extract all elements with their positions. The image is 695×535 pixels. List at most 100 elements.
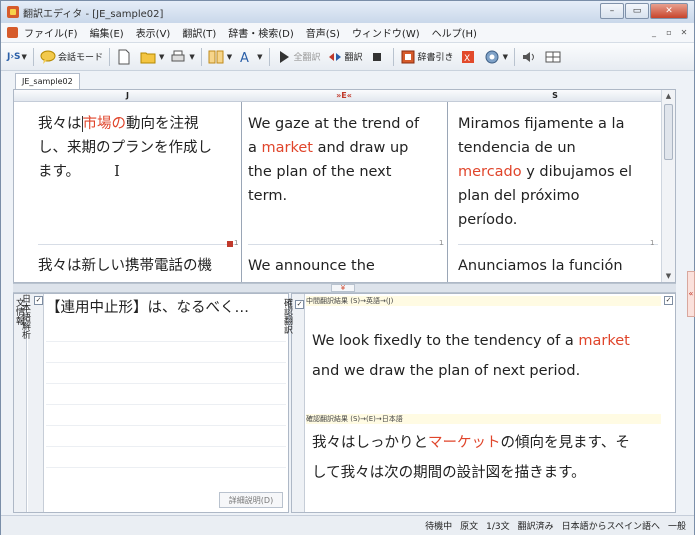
translation-text: term. [248, 188, 288, 204]
conversation-mode-button[interactable]: 会話モード [40, 47, 103, 67]
menu-edit[interactable]: 編集(E) [90, 25, 124, 40]
source-cell-j[interactable]: 我々は市場の動向を注視 し、来期のプランを作成し ます。 I [38, 112, 238, 184]
column-header-e[interactable]: »E« [241, 90, 447, 102]
source-text: 我々は [38, 116, 82, 132]
column-divider [447, 102, 448, 282]
new-document-button[interactable] [116, 47, 134, 67]
translate-all-button[interactable]: 全翻訳 [276, 47, 321, 67]
print-button[interactable]: ▼ [170, 47, 195, 67]
source-cell-j[interactable]: 我々は新しい携帯電話の機 [38, 254, 212, 278]
font-button[interactable]: A ▼ [238, 47, 262, 67]
status-direction: 日本語からスペイン語へ [561, 522, 660, 532]
translation-text: plan del próximo [458, 188, 580, 204]
side-panel-toggle[interactable]: « [687, 271, 695, 317]
vertical-scrollbar[interactable]: ▲ ▼ [661, 90, 675, 282]
status-category: 一般 [667, 522, 686, 532]
detail-explanation-button[interactable]: 詳細説明(D) [219, 492, 283, 508]
grid-view-button[interactable] [545, 47, 563, 67]
sheet-tab[interactable]: JE_sample02 [15, 73, 80, 89]
menu-help[interactable]: ヘルプ(H) [432, 25, 477, 40]
menu-dictionary[interactable]: 辞書・検索(D) [228, 25, 294, 40]
dictionary-tool-button[interactable]: X [460, 47, 478, 67]
document-icon[interactable] [7, 27, 18, 38]
translation-text: tendencia de un [458, 140, 576, 156]
scrollbar-thumb[interactable] [664, 104, 673, 160]
confirmation-text: の傾向を見ます、そ [500, 435, 630, 451]
flag-icon [227, 241, 233, 247]
analysis-checkbox[interactable]: ✓ [34, 296, 43, 305]
book-icon: X [461, 50, 474, 64]
scroll-down-icon[interactable]: ▼ [662, 270, 675, 282]
menu-view[interactable]: 表示(V) [136, 25, 171, 40]
translation-cell-e[interactable]: We announce the [248, 254, 375, 278]
translation-cell-s[interactable]: Miramos fijamente a la tendencia de un m… [458, 112, 658, 232]
translation-cell-s[interactable]: Anunciamos la función [458, 254, 623, 278]
chat-bubble-icon [40, 50, 56, 64]
conversation-mode-label: 会話モード [57, 53, 103, 63]
minimize-button[interactable]: – [600, 3, 624, 19]
mdi-controls: _ ▫ ✕ [648, 26, 690, 38]
intermediate-result-checkbox[interactable]: ✓ [664, 296, 673, 305]
app-window: 翻訳エディタ - [JE_sample02] – ▭ ✕ ファイル(F) 編集(… [0, 0, 695, 535]
row-number-badge: 1 [234, 239, 239, 247]
status-translated: 翻訳済み [517, 522, 554, 532]
row-divider [458, 244, 658, 245]
stop-button[interactable] [369, 47, 387, 67]
menu-translate[interactable]: 翻訳(T) [182, 25, 216, 40]
row-number-badge: 1 [650, 239, 655, 247]
toolbar-separator [108, 47, 110, 66]
layout-button[interactable]: ▼ [208, 47, 232, 67]
window-title: 翻訳エディタ - [JE_sample02] [23, 8, 164, 20]
confirmation-tab-label: 確認翻訳 [282, 298, 292, 334]
speaker-button[interactable] [521, 47, 539, 67]
japanese-analysis-tab[interactable]: ✓ 日本語解析 [20, 294, 44, 512]
confirmation-tab[interactable]: ✓ 確認翻訳 [282, 294, 305, 512]
dictionary-icon [401, 50, 415, 63]
column-divider [241, 102, 242, 282]
pane-splitter[interactable]: ¥ [13, 283, 676, 293]
intermediate-result-line: and we draw the plan of next period. [312, 363, 581, 379]
language-pair-dropdown[interactable]: J›S ▼ [7, 47, 27, 67]
analysis-list [46, 321, 286, 468]
open-folder-button[interactable]: ▼ [140, 47, 164, 67]
translation-text: the plan of the next [248, 164, 392, 180]
translation-text: y dibujamos el [521, 164, 633, 180]
mdi-restore-button[interactable]: ▫ [663, 26, 675, 38]
window-controls: – ▭ ✕ [599, 3, 688, 19]
menu-file[interactable]: ファイル(F) [24, 25, 78, 40]
row-divider [248, 244, 444, 245]
intermediate-text: We look fixedly to the tendency of a [312, 333, 579, 349]
retranslate-button[interactable]: 翻訳 [327, 47, 363, 67]
confirmation-checkbox[interactable]: ✓ [295, 300, 304, 309]
highlighted-term: 市場の [81, 116, 126, 132]
intermediate-result-label: 中間翻訳結果 (S)→英語→(J) [306, 296, 661, 306]
column-header-j[interactable]: J [14, 90, 241, 102]
list-row [46, 363, 286, 384]
confirmation-text: 我々はしっかりと [312, 435, 428, 451]
maximize-button[interactable]: ▭ [625, 3, 649, 19]
list-row [46, 426, 286, 447]
confirmation-result-label: 確認翻訳結果 (S)→(E)→日本語 [306, 414, 661, 424]
splitter-toggle-icon[interactable]: ¥ [331, 284, 355, 292]
svg-text:A: A [240, 51, 249, 65]
japanese-analysis-tab-label: 日本語解析 [20, 294, 30, 339]
translation-cell-e[interactable]: We gaze at the trend of a market and dra… [248, 112, 444, 208]
settings-button[interactable]: ▼ [484, 47, 508, 67]
toolbar-separator [268, 47, 270, 66]
menu-window[interactable]: ウィンドウ(W) [352, 25, 420, 40]
highlighted-term: market [578, 333, 630, 349]
source-text: ます。 [38, 164, 81, 180]
sheet-tab-strip: JE_sample02 [1, 71, 694, 89]
menu-voice[interactable]: 音声(S) [306, 25, 340, 40]
column-header-s[interactable]: S [447, 90, 663, 102]
dictionary-lookup-button[interactable]: 辞書引き [400, 47, 454, 67]
close-button[interactable]: ✕ [650, 3, 688, 19]
scroll-up-icon[interactable]: ▲ [662, 90, 675, 102]
mdi-close-button[interactable]: ✕ [678, 26, 690, 38]
translation-grid: J »E« S 我々は市場の動向を注視 し、来期のプランを作成し ます。 I We… [13, 89, 676, 283]
mdi-minimize-button[interactable]: _ [648, 26, 660, 38]
app-icon [7, 6, 19, 18]
translation-text: a [248, 140, 262, 156]
chevron-down-icon: ▼ [158, 52, 165, 61]
columns-icon [208, 50, 224, 63]
